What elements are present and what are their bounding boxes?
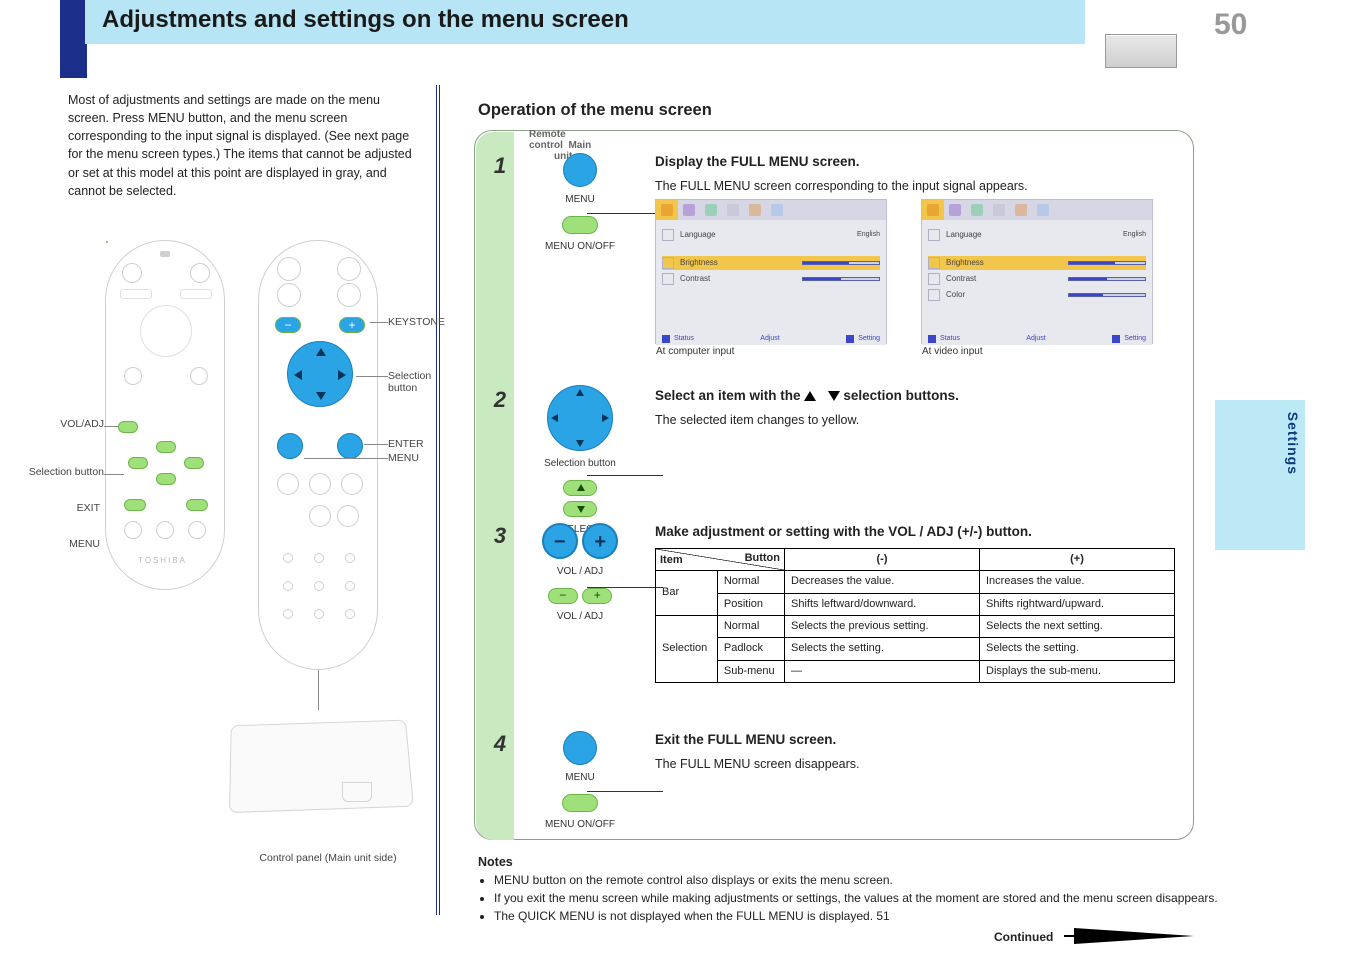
menu-button <box>277 433 303 459</box>
dpad-selection <box>287 341 353 407</box>
label-exit: EXIT <box>66 502 100 514</box>
step-2-remotelabel: Selection button <box>535 458 625 470</box>
osd-caption-video: At video input <box>922 345 983 359</box>
step-2-title: Select an item with the selection button… <box>655 387 1171 406</box>
adj-plus-icon: + <box>582 588 612 604</box>
enter-button <box>337 433 363 459</box>
step-2: 2 Selection button SELECT Select an item… <box>487 387 1187 497</box>
menu-small <box>124 499 146 511</box>
step-1-remotelabel: MENU <box>535 194 625 206</box>
label-voladj: VOL/ADJ <box>56 418 104 430</box>
step-4-number: 4 <box>487 731 513 757</box>
adj-minus-icon: − <box>548 588 578 604</box>
step-2-number: 2 <box>487 387 513 413</box>
step-4-title: Exit the FULL MENU screen. <box>655 731 1171 750</box>
select-left-small <box>128 457 148 469</box>
vol-minus-icon: − <box>542 523 578 559</box>
section-title: Operation of the menu screen <box>478 101 712 120</box>
enter-small <box>186 499 208 511</box>
keystone-plus: + <box>339 317 365 333</box>
step-4-panellabel: MENU ON/OFF <box>535 819 625 831</box>
step-3: 3 − + VOL / ADJ − + VOL / ADJ Make adjus… <box>487 523 1187 723</box>
step-3-remotelabel: VOL / ADJ <box>535 566 625 578</box>
menu-onoff-icon-2 <box>562 794 598 812</box>
select-down-small <box>156 473 176 485</box>
label-enter: ENTER <box>388 438 424 450</box>
label-menu: MENU <box>388 452 419 464</box>
triangle-up-icon <box>804 391 816 401</box>
label-keystone: KEYSTONE <box>388 316 445 328</box>
remote-diagram: TOSHIBA − + KEYSTONE Selection button <box>60 240 436 860</box>
voladj-plus-small <box>106 241 108 243</box>
step-1-title: Display the FULL MENU screen. <box>655 153 1171 172</box>
remote-large-outline: − + <box>258 240 378 670</box>
header-navy-block <box>60 0 87 78</box>
page-number: 50 <box>1214 8 1247 42</box>
adjustment-table: ButtonItem (-) (+) BarNormalDecreases th… <box>655 548 1175 683</box>
step-4-remotelabel: MENU <box>535 772 625 784</box>
dpad-icon <box>547 385 613 451</box>
osd-computer: LanguageEnglish Brightness Contrast Stat… <box>655 199 887 344</box>
vol-plus-icon: + <box>582 523 618 559</box>
osd-video: LanguageEnglish Brightness Contrast Colo… <box>921 199 1153 344</box>
step-3-number: 3 <box>487 523 513 549</box>
triangle-down-icon <box>828 391 840 401</box>
brand-label: TOSHIBA <box>138 556 187 565</box>
page-title: Adjustments and settings on the menu scr… <box>102 6 629 34</box>
projector-illustration <box>210 690 420 840</box>
intro-text: Most of adjustments and settings are mad… <box>60 85 436 200</box>
power-icon <box>337 505 359 527</box>
label-selection: Selection button <box>388 370 436 394</box>
remote-small-outline: TOSHIBA <box>105 240 225 590</box>
osd-caption-computer: At computer input <box>656 345 734 359</box>
label-panel: Control panel (Main unit side) <box>238 852 418 864</box>
keystone-minus: − <box>275 317 301 333</box>
voladj-minus-small <box>118 421 138 433</box>
step-4: 4 MENU MENU ON/OFF Exit the FULL MENU sc… <box>487 731 1187 821</box>
step-1-number: 1 <box>487 153 513 179</box>
select-right-small <box>184 457 204 469</box>
note-3: The QUICK MENU is not displayed when the… <box>494 909 1254 923</box>
step-3-title: Make adjustment or setting with the VOL … <box>655 523 1171 542</box>
step-2-body: The selected item changes to yellow. <box>655 412 1171 430</box>
step-1: 1 MENU MENU ON/OFF Display the FULL MENU… <box>487 153 1187 371</box>
step-3-panellabel: VOL / ADJ <box>535 611 625 623</box>
left-column: Most of adjustments and settings are mad… <box>60 85 440 915</box>
menu-icon <box>563 153 597 187</box>
continued-arrow-icon <box>1074 928 1194 944</box>
step-1-body: The FULL MENU screen corresponding to th… <box>655 178 1171 196</box>
right-column: Operation of the menu screen Remotecontr… <box>454 85 1294 915</box>
step-1-panellabel: MENU ON/OFF <box>535 241 625 253</box>
steps-panel: Remotecontrol Main unit 1 MENU MENU ON/O… <box>474 130 1194 840</box>
select-up-small <box>156 441 176 453</box>
contents-button[interactable] <box>1105 34 1177 68</box>
notes-heading: Notes <box>478 855 1254 869</box>
continued-label: Continued <box>994 930 1053 944</box>
notes-block: Notes MENU button on the remote control … <box>478 855 1254 927</box>
note-1: MENU button on the remote control also d… <box>494 873 1254 887</box>
label-selection2: Selection button <box>28 466 104 478</box>
menu-icon-2 <box>563 731 597 765</box>
step-4-body: The FULL MENU screen disappears. <box>655 756 1171 774</box>
select-up-icon <box>563 480 597 496</box>
menu-onoff-icon <box>562 216 598 234</box>
select-down-icon <box>563 501 597 517</box>
page-header: Adjustments and settings on the menu scr… <box>0 0 1348 78</box>
label-menu2: MENU <box>66 538 100 550</box>
note-2: If you exit the menu screen while making… <box>494 891 1254 905</box>
